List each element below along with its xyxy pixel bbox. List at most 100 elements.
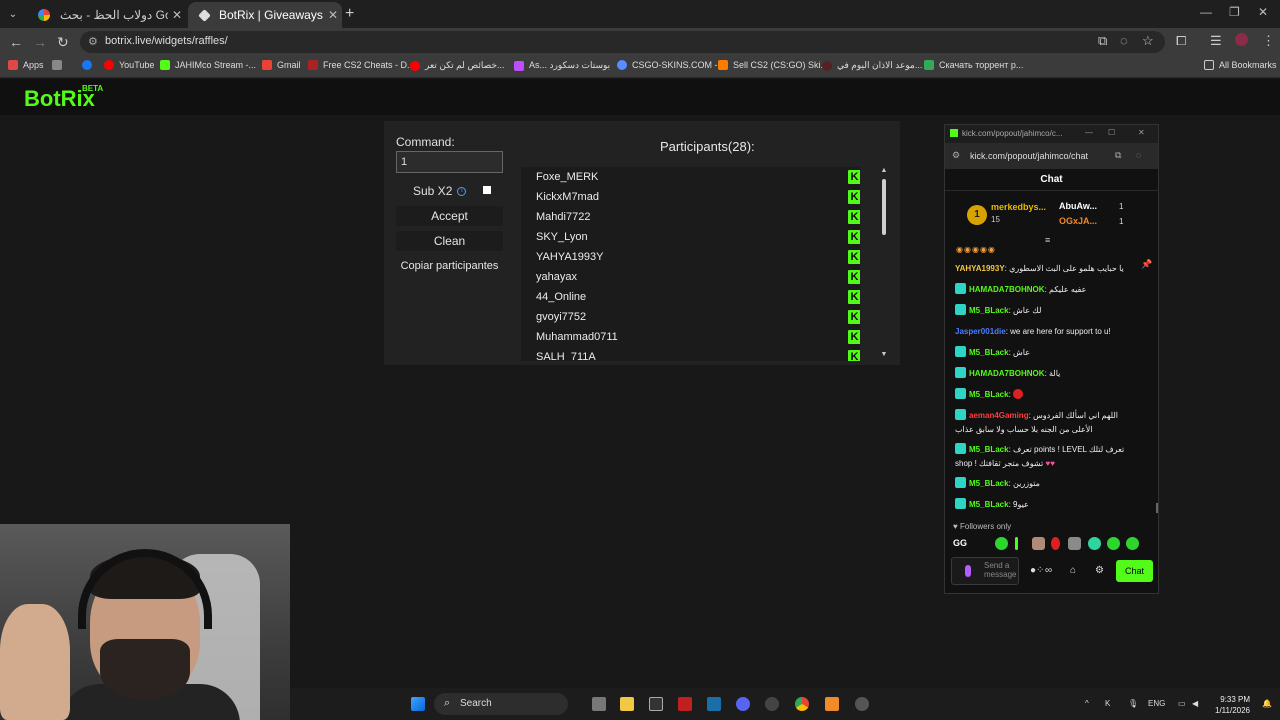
bookmark-discord-posts[interactable]: As... بوستات دسكورد xyxy=(514,60,610,71)
discord-icon[interactable] xyxy=(736,697,750,711)
chat-scrollbar[interactable] xyxy=(1156,503,1158,513)
accept-button[interactable]: Accept xyxy=(396,206,503,226)
notification-bell-icon[interactable]: 🔔 xyxy=(1262,699,1272,708)
close-tab-icon[interactable]: ✕ xyxy=(168,8,186,22)
tab-search-chevron-icon[interactable]: ⌄ xyxy=(4,5,22,23)
browser-tab[interactable]: دولاب الحظ - بحث Google ✕ xyxy=(26,2,186,28)
file-explorer-icon[interactable] xyxy=(620,697,634,711)
bookmark-cs2-cheats[interactable]: Free CS2 Cheats - D... xyxy=(308,60,415,70)
chat-username[interactable]: HAMADA7BOHNOK xyxy=(969,285,1045,294)
vlc-icon[interactable] xyxy=(825,697,839,711)
bookmark-csgo-skins[interactable]: CSGO-SKINS.COM -... xyxy=(617,60,725,70)
emote-icon[interactable] xyxy=(1051,537,1060,550)
participants-scrollbar[interactable]: ▲ ▼ xyxy=(880,167,888,361)
emote-icon[interactable] xyxy=(1032,537,1045,550)
close-tab-icon[interactable]: ✕ xyxy=(324,8,342,22)
mic-tray-icon[interactable]: 🎙 xyxy=(1128,699,1138,708)
profile-avatar[interactable] xyxy=(1235,33,1248,46)
translate-icon[interactable]: ⧉ xyxy=(1115,150,1121,161)
chat-username[interactable]: M5_BLack xyxy=(969,390,1009,399)
chat-username[interactable]: HAMADA7BOHNOK xyxy=(969,369,1045,378)
emote-icon[interactable] xyxy=(1088,537,1101,550)
emote-icon[interactable] xyxy=(1107,537,1120,550)
chat-username[interactable]: M5_BLack xyxy=(969,348,1009,357)
chat-username[interactable]: YAHYA1993Y xyxy=(955,264,1005,273)
emote-gg[interactable]: GG xyxy=(953,538,967,548)
emote-icon[interactable] xyxy=(1126,537,1139,550)
language-indicator[interactable]: ENG xyxy=(1148,699,1165,708)
send-chat-button[interactable]: Chat xyxy=(1116,560,1153,582)
close-window-icon[interactable]: ✕ xyxy=(1258,5,1268,19)
command-input[interactable] xyxy=(396,151,503,173)
system-clock[interactable]: 9:33 PM 1/11/2026 xyxy=(1210,694,1250,716)
settings-gear-icon[interactable]: ⚙ xyxy=(1095,565,1104,576)
site-info-icon[interactable]: ⚙ xyxy=(88,35,98,48)
chat-message-input[interactable]: Send a message xyxy=(951,557,1019,585)
chat-username[interactable]: M5_BLack xyxy=(969,479,1009,488)
chat-username[interactable]: aeman4Gaming xyxy=(969,411,1029,420)
chat-username[interactable]: M5_BLack xyxy=(969,306,1009,315)
infinity-icon[interactable]: ∞ xyxy=(1045,565,1052,576)
task-view-icon[interactable] xyxy=(592,697,606,711)
bookmark-gmail[interactable]: Gmail xyxy=(262,60,301,70)
restore-icon[interactable]: ❐ xyxy=(1229,5,1240,19)
plus-icon[interactable]: + xyxy=(345,5,354,23)
bookmark-torrent[interactable]: Скачать торрент р... xyxy=(924,60,1023,70)
app-icon[interactable] xyxy=(678,697,692,711)
scroll-down-icon[interactable]: ▼ xyxy=(880,351,888,358)
store-icon[interactable]: ⌂ xyxy=(1070,565,1076,576)
browser-tab-active[interactable]: BotRix | Giveaways ✕ xyxy=(188,2,342,28)
close-window-icon[interactable]: ✕ xyxy=(1138,128,1145,137)
chat-messages[interactable]: ◉◉◉◉◉ 📌 YAHYA1993Y: يا حبايب هلمو على ال… xyxy=(945,243,1158,513)
address-bar[interactable]: ⚙ botrix.live/widgets/raffles/ xyxy=(80,31,1165,53)
taskbar-search[interactable]: ⌕ Search xyxy=(434,693,568,715)
info-icon[interactable]: i xyxy=(457,186,467,196)
back-icon[interactable]: ← xyxy=(9,34,23,50)
mic-icon[interactable] xyxy=(965,565,971,577)
chrome-icon[interactable] xyxy=(795,697,809,711)
bookmark-youtube-arabic[interactable]: خصائص لم تكن تعر... xyxy=(410,60,505,71)
show-hidden-icons-icon[interactable]: ^ xyxy=(1085,699,1089,708)
steam-icon[interactable] xyxy=(707,697,721,711)
reload-icon[interactable]: ↻ xyxy=(57,34,69,51)
bookmark-prayer-times[interactable]: موعد الاذان اليوم في... xyxy=(822,60,922,71)
bookmark-grid[interactable] xyxy=(52,60,67,70)
bookmark-star-icon[interactable]: ☆ xyxy=(1142,33,1154,49)
eye-off-icon[interactable]: ◌ xyxy=(1136,150,1141,160)
obs-icon[interactable] xyxy=(765,697,779,711)
media-icon[interactable]: ☰ xyxy=(1210,33,1222,49)
maximize-icon[interactable]: ☐ xyxy=(1108,128,1115,137)
leaderboard-user[interactable]: AbuAw... xyxy=(1059,201,1097,211)
windows-start-icon[interactable] xyxy=(411,697,425,711)
site-info-icon[interactable]: ⚙ xyxy=(952,150,960,161)
chat-username[interactable]: M5_BLack xyxy=(969,445,1009,454)
settings-icon[interactable] xyxy=(855,697,869,711)
sub-x2-checkbox[interactable] xyxy=(483,186,491,194)
eye-off-icon[interactable]: ◌ xyxy=(1120,33,1128,48)
menu-dots-icon[interactable]: ⋮ xyxy=(1262,33,1275,49)
bookmark-facebook[interactable] xyxy=(82,60,97,70)
bookmark-youtube[interactable]: YouTube xyxy=(104,60,154,70)
bookmark-jahimco[interactable]: JAHIMco Stream -... xyxy=(160,60,256,70)
chat-username[interactable]: M5_BLack xyxy=(969,500,1009,509)
g-hub-icon[interactable] xyxy=(649,697,663,711)
forward-icon[interactable]: → xyxy=(33,34,47,50)
bookmark-all[interactable]: All Bookmarks xyxy=(1204,60,1277,70)
chat-username[interactable]: Jasper001die xyxy=(955,327,1006,336)
kick-tray-icon[interactable]: K xyxy=(1105,699,1110,708)
emote-icon[interactable] xyxy=(1015,537,1018,550)
copy-participants-button[interactable]: Copiar participantes xyxy=(396,260,503,272)
scroll-up-icon[interactable]: ▲ xyxy=(880,167,888,174)
pin-icon[interactable]: 📌 xyxy=(1141,259,1152,270)
network-icon[interactable]: ▭ xyxy=(1178,699,1186,708)
leaderboard-user[interactable]: OGxJA... xyxy=(1059,216,1097,226)
participants-list[interactable]: Foxe_MERK K KickxM7mad K Mahdi7722 K SKY_Ly… xyxy=(521,167,860,361)
emote-icon[interactable] xyxy=(995,537,1008,550)
extensions-icon[interactable]: ⧠ xyxy=(1176,33,1186,49)
minimize-icon[interactable]: — xyxy=(1085,128,1093,137)
minimize-icon[interactable]: — xyxy=(1200,5,1212,19)
leaderboard-top-name[interactable]: merkedbys... xyxy=(991,202,1046,212)
clean-button[interactable]: Clean xyxy=(396,231,503,251)
translate-icon[interactable]: ⧉ xyxy=(1098,33,1107,49)
scroll-thumb[interactable] xyxy=(882,179,886,235)
